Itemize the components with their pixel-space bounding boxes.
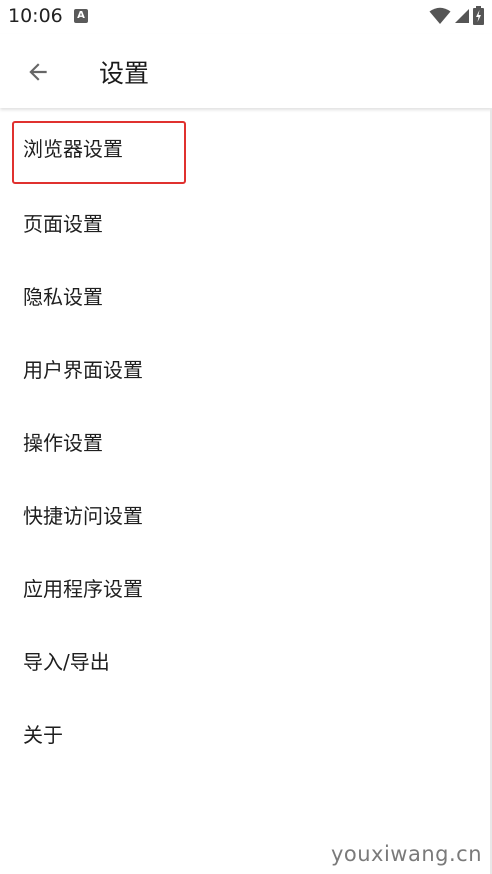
signal-icon (455, 8, 469, 23)
app-bar: 设置 (0, 34, 492, 108)
menu-item-quick-access-settings[interactable]: 快捷访问设置 (0, 478, 492, 551)
menu-item-about[interactable]: 关于 (0, 697, 492, 770)
settings-menu-list: 浏览器设置 页面设置 隐私设置 用户界面设置 操作设置 快捷访问设置 应用程序设… (0, 108, 492, 770)
status-icons (429, 6, 484, 25)
menu-item-import-export[interactable]: 导入/导出 (0, 624, 492, 697)
menu-item-app-settings[interactable]: 应用程序设置 (0, 551, 492, 624)
menu-item-ui-settings[interactable]: 用户界面设置 (0, 332, 492, 405)
status-bar: 10:06 A (0, 0, 492, 34)
back-button[interactable] (16, 50, 60, 94)
watermark: youxiwang.cn (330, 842, 482, 866)
arrow-left-icon (29, 63, 47, 81)
menu-item-page-settings[interactable]: 页面设置 (0, 186, 492, 259)
menu-item-action-settings[interactable]: 操作设置 (0, 405, 492, 478)
menu-item-privacy-settings[interactable]: 隐私设置 (0, 259, 492, 332)
status-time: 10:06 (8, 5, 63, 27)
a-icon: A (74, 9, 88, 23)
menu-item-browser-settings[interactable]: 浏览器设置 (0, 108, 492, 186)
battery-charging-icon (473, 6, 484, 25)
page-title: 设置 (99, 59, 150, 88)
wifi-icon (429, 7, 451, 24)
